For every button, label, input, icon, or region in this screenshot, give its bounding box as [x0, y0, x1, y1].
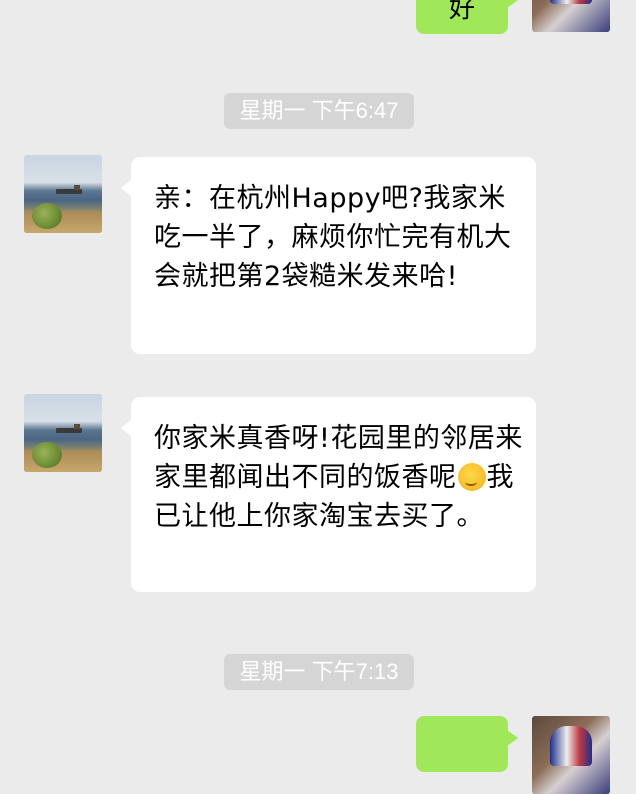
my-avatar-top[interactable]	[532, 0, 610, 32]
timestamp-pill: 星期一 下午6:47	[224, 93, 414, 129]
sent-bubble-top[interactable]: 好	[416, 0, 518, 34]
avatar-photo-bush	[32, 442, 62, 468]
embarrassed-smile-emoji-icon	[457, 463, 486, 491]
received-message-bubble[interactable]: 你家米真香呀!花园里的邻居来家里都闻出不同的饭香呢 我已让他上你家淘宝去买了。	[121, 397, 536, 592]
avatar-photo-bush	[32, 203, 62, 229]
avatar-photo	[550, 0, 592, 4]
received-message-bubble[interactable]: 亲：在杭州Happy吧?我家米吃一半了，麻烦你忙完有机大会就把第2袋糙米发来哈!	[121, 157, 536, 354]
sent-message-text: 好	[448, 0, 475, 24]
contact-avatar[interactable]	[24, 394, 102, 472]
contact-avatar[interactable]	[24, 155, 102, 233]
sent-bubble-bottom[interactable]	[416, 716, 518, 772]
received-message-text: 你家米真香呀!花园里的邻居来家里都闻出不同的饭香呢 我已让他上你家淘宝去买了。	[154, 419, 524, 536]
timestamp-pill: 星期一 下午7:13	[224, 654, 414, 690]
avatar-photo	[550, 726, 592, 766]
avatar-photo-detail	[74, 424, 80, 429]
received-message-text: 亲：在杭州Happy吧?我家米吃一半了，麻烦你忙完有机大会就把第2袋糙米发来哈!	[154, 183, 512, 292]
avatar-photo-detail	[74, 185, 80, 190]
my-avatar-bottom[interactable]	[532, 716, 610, 794]
